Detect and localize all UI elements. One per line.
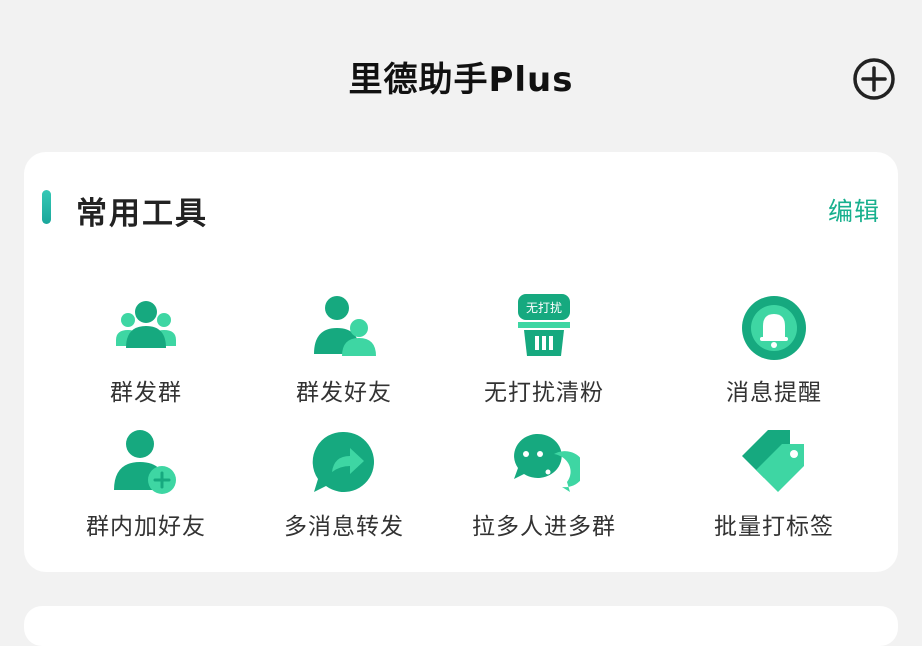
header: 里德助手Plus — [0, 0, 922, 150]
forward-message-icon — [312, 431, 374, 492]
group-send-friends-icon — [314, 296, 376, 356]
section-accent-bar — [42, 190, 51, 224]
tool-label: 消息提醒 — [726, 380, 822, 406]
tool-group-send-group[interactable]: 群发群 — [46, 294, 246, 419]
badge-text: 无打扰 — [526, 301, 562, 315]
tool-label: 群内加好友 — [86, 514, 206, 540]
tool-add-friend-in-group[interactable]: 群内加好友 — [46, 428, 246, 553]
tool-label: 无打扰清粉 — [484, 380, 604, 406]
pull-people-into-groups-icon — [514, 433, 580, 492]
add-circle-icon[interactable] — [852, 57, 896, 101]
tool-label: 群发群 — [110, 380, 182, 406]
tool-label: 多消息转发 — [284, 514, 404, 540]
tool-label: 批量打标签 — [714, 514, 834, 540]
batch-tag-icon — [742, 430, 804, 492]
tool-label: 拉多人进多群 — [472, 514, 616, 540]
group-send-group-icon — [116, 301, 176, 348]
next-card — [24, 606, 898, 646]
add-friend-in-group-icon — [114, 430, 176, 494]
tool-label: 群发好友 — [296, 380, 392, 406]
page-title: 里德助手Plus — [348, 60, 574, 100]
tool-group-send-friends[interactable]: 群发好友 — [244, 294, 444, 419]
tool-no-disturb-clear-fans[interactable]: 无打扰 无打扰清粉 — [444, 294, 644, 419]
tool-batch-tag[interactable]: 批量打标签 — [674, 428, 874, 553]
tool-message-reminder[interactable]: 消息提醒 — [674, 294, 874, 419]
section-title: 常用工具 — [76, 196, 208, 232]
tool-pull-people-into-groups[interactable]: 拉多人进多群 — [444, 428, 644, 553]
common-tools-card: 常用工具 编辑 群发群 群发好友 无打扰 无打扰清粉 消息提醒 群内加好友 多消… — [24, 152, 898, 572]
edit-button[interactable]: 编辑 — [828, 192, 880, 228]
tool-forward-message[interactable]: 多消息转发 — [244, 428, 444, 553]
bell-reminder-icon — [742, 296, 806, 360]
no-disturb-clear-fans-icon: 无打扰 — [518, 294, 570, 356]
